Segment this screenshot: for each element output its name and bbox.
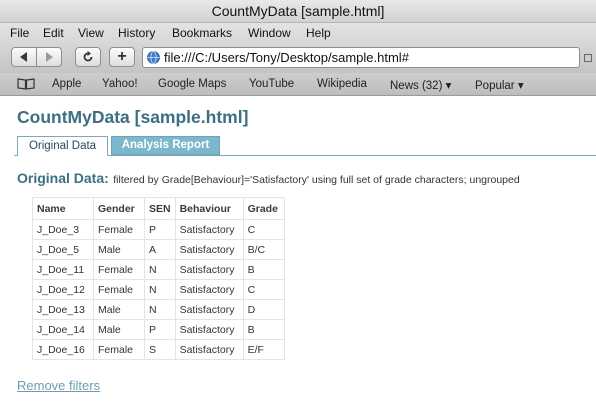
cell-behaviour: Satisfactory xyxy=(174,259,244,280)
column-header-behaviour: Behaviour xyxy=(174,197,244,220)
cell-grade: D xyxy=(242,299,285,320)
cell-name: J_Doe_3 xyxy=(32,219,94,240)
cell-gender: Female xyxy=(93,339,145,360)
reload-icon xyxy=(83,51,93,62)
cell-name: J_Doe_14 xyxy=(32,319,94,340)
title-bar: CountMyData [sample.html] xyxy=(0,0,596,23)
page-title: CountMyData [sample.html] xyxy=(17,107,249,127)
cell-sen: N xyxy=(144,259,176,280)
column-header-grade: Grade xyxy=(242,197,285,220)
cell-sen: S xyxy=(144,339,176,360)
bookmark-yahoo[interactable]: Yahoo! xyxy=(102,78,138,90)
cell-name: J_Doe_16 xyxy=(32,339,94,360)
table-row: J_Doe_5 Male A Satisfactory B/C xyxy=(32,239,285,260)
menu-help[interactable]: Help xyxy=(306,26,331,40)
cell-behaviour: Satisfactory xyxy=(174,319,244,340)
tab-analysis-report[interactable]: Analysis Report xyxy=(111,136,220,155)
menu-bar: File Edit View History Bookmarks Window … xyxy=(0,23,596,43)
cell-behaviour: Satisfactory xyxy=(174,219,244,240)
add-bookmark-button[interactable]: + xyxy=(109,47,135,67)
cell-gender: Female xyxy=(93,279,145,300)
table-row: J_Doe_11 Female N Satisfactory B xyxy=(32,259,285,280)
cell-gender: Male xyxy=(93,239,145,260)
cell-behaviour: Satisfactory xyxy=(174,239,244,260)
cell-sen: N xyxy=(144,299,176,320)
menu-view[interactable]: View xyxy=(78,26,104,40)
page-content: CountMyData [sample.html] Original Data … xyxy=(0,96,596,408)
menu-edit[interactable]: Edit xyxy=(43,26,64,40)
cell-name: J_Doe_13 xyxy=(32,299,94,320)
column-header-gender: Gender xyxy=(93,197,145,220)
forward-button[interactable] xyxy=(36,47,62,67)
cell-gender: Female xyxy=(93,259,145,280)
tab-original-data[interactable]: Original Data xyxy=(17,136,108,156)
cell-gender: Female xyxy=(93,219,145,240)
filter-summary: Original Data: filtered by Grade[Behavio… xyxy=(17,170,520,188)
table-row: J_Doe_16 Female S Satisfactory E/F xyxy=(32,339,285,360)
data-table: Name Gender SEN Behaviour Grade J_Doe_3 … xyxy=(32,197,285,360)
menu-window[interactable]: Window xyxy=(248,26,291,40)
cell-sen: N xyxy=(144,279,176,300)
filter-label: Original Data: xyxy=(17,170,109,186)
remove-filters-link[interactable]: Remove filters xyxy=(17,378,100,393)
menu-history[interactable]: History xyxy=(118,26,155,40)
column-header-name: Name xyxy=(32,197,94,220)
cell-name: J_Doe_5 xyxy=(32,239,94,260)
bookmark-popular[interactable]: Popular ▾ xyxy=(475,78,524,92)
address-bar[interactable]: file:///C:/Users/Tony/Desktop/sample.htm… xyxy=(142,47,580,68)
menu-bookmarks[interactable]: Bookmarks xyxy=(172,26,232,40)
column-header-sen: SEN xyxy=(144,197,176,220)
book-icon[interactable] xyxy=(17,78,35,90)
table-row: J_Doe_12 Female N Satisfactory C xyxy=(32,279,285,300)
filter-description: filtered by Grade[Behaviour]='Satisfacto… xyxy=(113,174,520,186)
back-button[interactable] xyxy=(11,47,37,67)
bookmark-youtube[interactable]: YouTube xyxy=(249,78,294,90)
table-row: J_Doe_14 Male P Satisfactory B xyxy=(32,319,285,340)
reload-button[interactable] xyxy=(75,47,101,67)
cell-sen: P xyxy=(144,319,176,340)
cell-sen: P xyxy=(144,219,176,240)
cell-behaviour: Satisfactory xyxy=(174,339,244,360)
table-row: J_Doe_13 Male N Satisfactory D xyxy=(32,299,285,320)
globe-icon xyxy=(147,51,160,64)
address-url: file:///C:/Users/Tony/Desktop/sample.htm… xyxy=(164,50,409,65)
cell-gender: Male xyxy=(93,319,145,340)
bookmark-wikipedia[interactable]: Wikipedia xyxy=(317,78,367,90)
back-arrow-icon xyxy=(20,52,27,62)
menu-file[interactable]: File xyxy=(10,26,29,40)
toolbar: + file:///C:/Users/Tony/Desktop/sample.h… xyxy=(0,43,596,73)
cell-grade: C xyxy=(242,279,285,300)
bookmark-news[interactable]: News (32) ▾ xyxy=(390,78,451,92)
table-row: J_Doe_3 Female P Satisfactory C xyxy=(32,219,285,240)
cell-behaviour: Satisfactory xyxy=(174,299,244,320)
bookmark-apple[interactable]: Apple xyxy=(52,78,81,90)
bookmarks-bar: Apple Yahoo! Google Maps YouTube Wikiped… xyxy=(0,73,596,96)
cell-name: J_Doe_12 xyxy=(32,279,94,300)
cell-name: J_Doe_11 xyxy=(32,259,94,280)
resize-grip-icon xyxy=(584,54,592,62)
forward-arrow-icon xyxy=(46,52,53,62)
bookmark-google-maps[interactable]: Google Maps xyxy=(158,78,226,90)
cell-sen: A xyxy=(144,239,176,260)
cell-grade: E/F xyxy=(242,339,285,360)
cell-gender: Male xyxy=(93,299,145,320)
table-header-row: Name Gender SEN Behaviour Grade xyxy=(32,197,285,220)
cell-grade: B/C xyxy=(242,239,285,260)
cell-grade: C xyxy=(242,219,285,240)
cell-behaviour: Satisfactory xyxy=(174,279,244,300)
cell-grade: B xyxy=(242,319,285,340)
window-title: CountMyData [sample.html] xyxy=(211,3,385,19)
cell-grade: B xyxy=(242,259,285,280)
